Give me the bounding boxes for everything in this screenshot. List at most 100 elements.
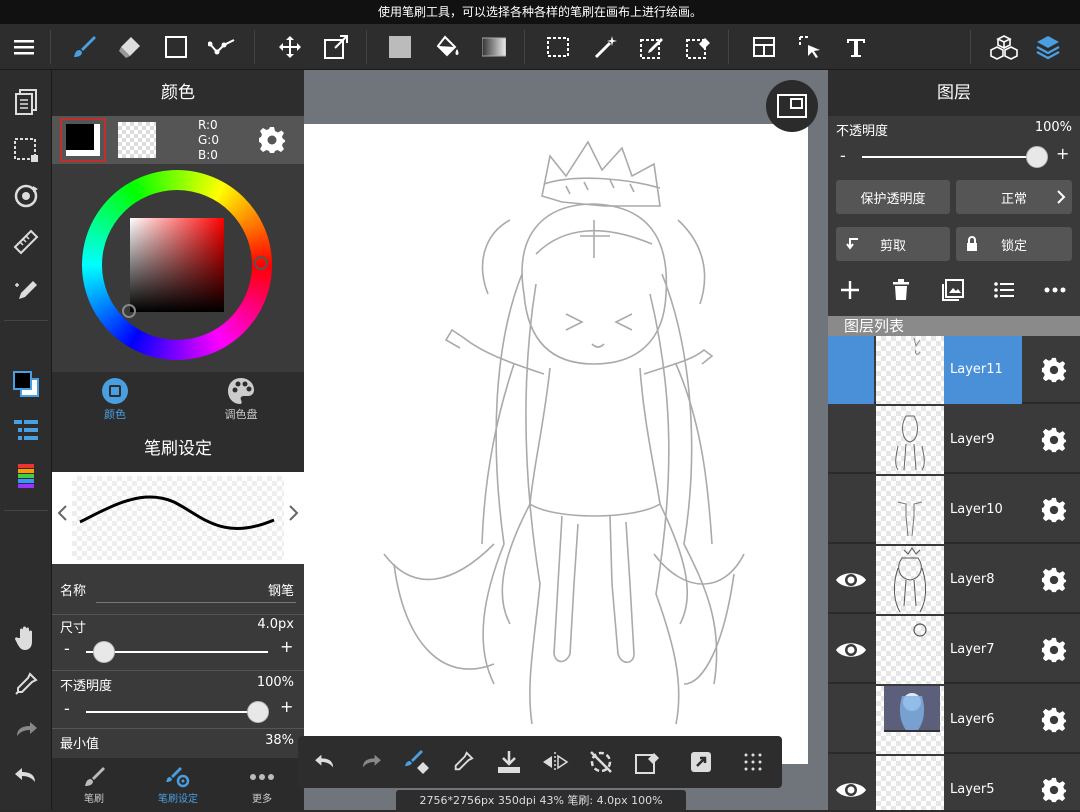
canvas-area[interactable]: 2756*2756px 350dpi 43% 笔刷: 4.0px 100% [298, 70, 828, 812]
visibility-toggle[interactable] [828, 616, 874, 684]
layer-opacity-decrease[interactable]: - [840, 146, 846, 165]
layer-settings-button[interactable] [1028, 686, 1080, 754]
next-brush-button[interactable] [288, 504, 300, 522]
layer-opacity-increase[interactable]: + [1056, 144, 1069, 163]
opacity-slider-knob[interactable] [247, 701, 269, 723]
layer-settings-button[interactable] [1028, 476, 1080, 544]
visibility-toggle[interactable] [828, 546, 874, 614]
redo-button-bottom[interactable] [348, 736, 394, 788]
bucket-tool-button[interactable] [428, 24, 468, 70]
tab-brush[interactable]: 笔刷 [52, 758, 136, 810]
ruler-button[interactable] [6, 222, 46, 262]
tab-more[interactable]: 更多 [220, 758, 304, 810]
grid-menu-button[interactable] [730, 736, 776, 788]
add-layer-button[interactable] [840, 280, 860, 300]
frame-divider-button[interactable] [744, 24, 784, 70]
layer-row-layer11[interactable]: Layer11 [828, 336, 1080, 404]
opacity-decrease-button[interactable]: - [64, 699, 70, 718]
visibility-toggle[interactable] [828, 476, 874, 544]
layer-settings-button[interactable] [1028, 546, 1080, 614]
undo-button-bottom[interactable] [302, 736, 348, 788]
layer-settings-button[interactable] [1028, 756, 1080, 810]
blend-mode-button[interactable]: 正常 [956, 180, 1072, 214]
navigator-toggle-button[interactable] [766, 80, 818, 132]
share-button[interactable] [678, 736, 724, 788]
rotate-canvas-button[interactable] [6, 176, 46, 216]
clear-button[interactable] [624, 736, 670, 788]
duplicate-layer-button[interactable] [942, 279, 964, 301]
tab-brush-settings[interactable]: 笔刷设定 [136, 758, 220, 810]
color-swatch-button[interactable] [6, 364, 46, 404]
protect-alpha-button[interactable]: 保护透明度 [836, 180, 950, 214]
line-tool-button[interactable] [202, 24, 242, 70]
color-settings-button[interactable] [258, 126, 286, 154]
flip-horizontal-button[interactable] [532, 736, 578, 788]
undo-button[interactable] [6, 756, 46, 796]
layer-more-button[interactable] [1044, 286, 1066, 294]
redo-button[interactable] [6, 710, 46, 750]
hand-tool-button[interactable] [6, 618, 46, 658]
brush-eraser-toggle-button[interactable] [394, 736, 440, 788]
select-tool-button[interactable] [538, 24, 578, 70]
eraser-tool-button[interactable] [110, 24, 150, 70]
visibility-toggle[interactable] [828, 336, 874, 404]
magic-wand-button[interactable] [586, 24, 626, 70]
opacity-increase-button[interactable]: + [280, 697, 293, 716]
layer-list-menu-button[interactable] [994, 281, 1014, 299]
hue-picker-handle[interactable] [254, 256, 268, 270]
page-manager-button[interactable] [6, 82, 46, 122]
layer-settings-button[interactable] [1028, 406, 1080, 474]
shape-tool-button[interactable] [156, 24, 196, 70]
rotate-reset-button[interactable] [578, 736, 624, 788]
select-eraser-button[interactable] [678, 24, 718, 70]
eyedropper-button-bottom[interactable] [440, 736, 486, 788]
prev-brush-button[interactable] [56, 504, 68, 522]
move-tool-button[interactable] [270, 24, 310, 70]
size-slider-knob[interactable] [93, 641, 116, 663]
layer-row-layer9[interactable]: Layer9 [828, 406, 1080, 474]
menu-button[interactable] [4, 24, 44, 70]
secondary-color-swatch[interactable] [118, 122, 156, 158]
layer-opacity-slider-track[interactable] [862, 156, 1042, 158]
transform-tool-button[interactable] [316, 24, 356, 70]
gradient-tool-button[interactable] [474, 24, 514, 70]
layer-opacity-slider-knob[interactable] [1026, 146, 1048, 168]
layer-settings-button[interactable] [1028, 616, 1080, 684]
size-decrease-button[interactable]: - [64, 639, 70, 658]
delete-layer-button[interactable] [892, 279, 910, 301]
layer-row-layer5[interactable]: Layer5 [828, 756, 1080, 810]
snap-button[interactable] [6, 268, 46, 308]
fill-color-button[interactable] [380, 24, 420, 70]
materials-button[interactable] [984, 24, 1024, 70]
select-layer-button[interactable] [790, 24, 830, 70]
layer-row-layer8[interactable]: Layer8 [828, 546, 1080, 614]
saturation-value-square[interactable] [130, 218, 224, 312]
selection-menu-button[interactable] [6, 130, 46, 170]
eyedropper-button[interactable] [6, 664, 46, 704]
tab-palette[interactable]: 调色盘 [178, 372, 304, 426]
opacity-slider-track[interactable] [86, 711, 268, 713]
visibility-toggle[interactable] [828, 756, 874, 810]
primary-color-swatch[interactable] [60, 118, 106, 162]
clip-button[interactable]: 剪取 [836, 227, 950, 261]
tab-color[interactable]: 颜色 [52, 372, 178, 426]
color-wheel[interactable] [82, 170, 272, 360]
brush-name-row[interactable]: 名称 钢笔 [52, 572, 304, 612]
visibility-toggle[interactable] [828, 686, 874, 754]
lock-button[interactable]: 锁定 [956, 227, 1072, 261]
drawing-canvas[interactable] [304, 124, 808, 764]
visibility-toggle[interactable] [828, 406, 874, 474]
color-set-button[interactable] [6, 456, 46, 496]
sv-picker-handle[interactable] [122, 304, 136, 318]
layer-properties-button[interactable] [6, 410, 46, 450]
save-button[interactable] [486, 736, 532, 788]
select-pen-button[interactable] [632, 24, 672, 70]
layer-settings-button[interactable] [1028, 336, 1080, 404]
brush-tool-button[interactable] [64, 24, 104, 70]
size-increase-button[interactable]: + [280, 637, 293, 656]
text-tool-button[interactable] [836, 24, 876, 70]
layer-row-layer10[interactable]: Layer10 [828, 476, 1080, 544]
layer-row-layer6[interactable]: Layer6 [828, 686, 1080, 754]
layer-row-layer7[interactable]: Layer7 [828, 616, 1080, 684]
layers-button[interactable] [1028, 24, 1068, 70]
